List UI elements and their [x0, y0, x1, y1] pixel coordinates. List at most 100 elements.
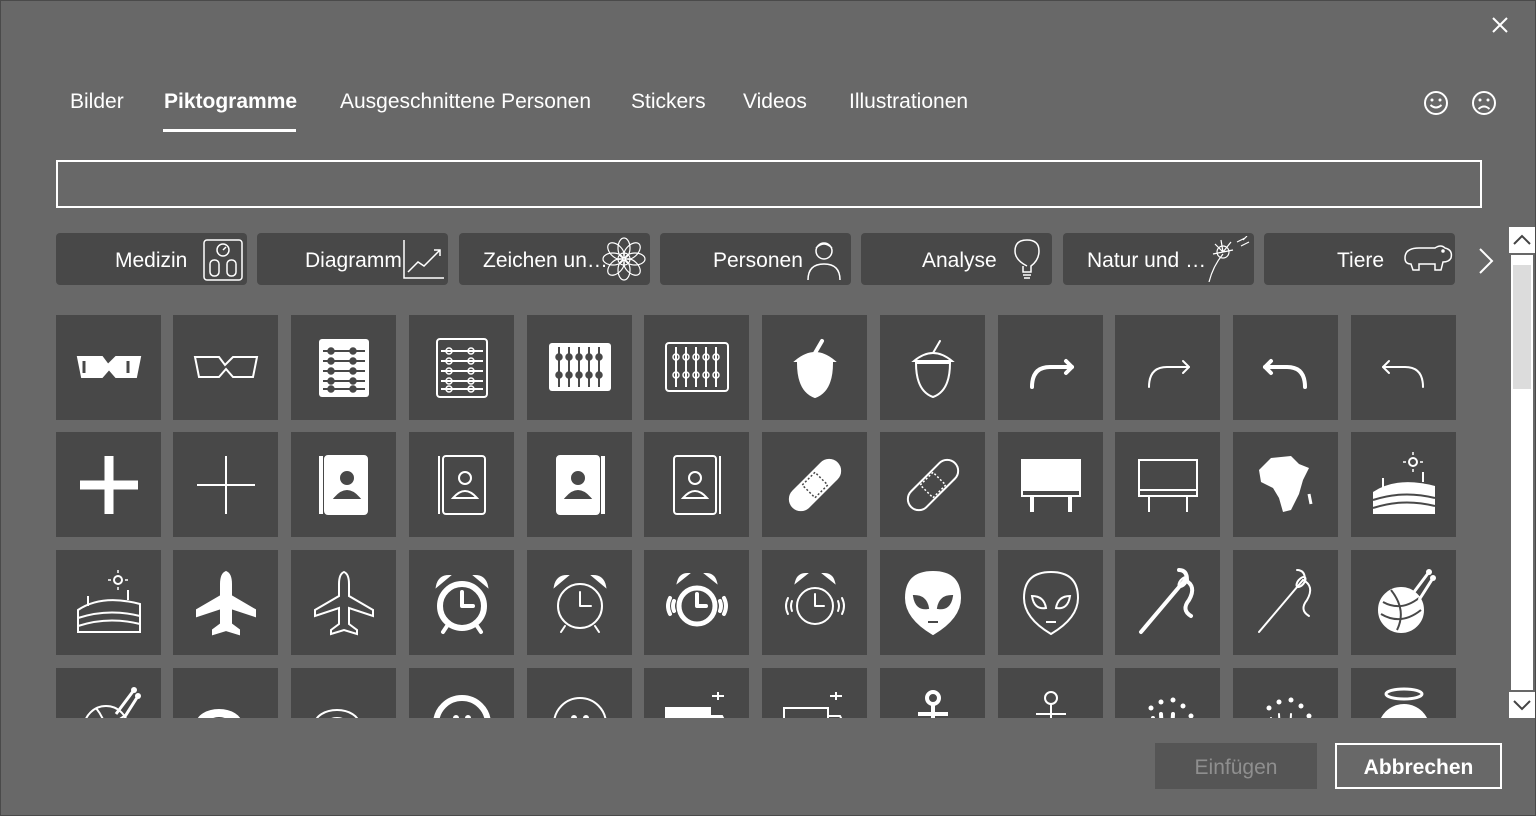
smile-feedback-button[interactable]	[1422, 89, 1450, 117]
icon-tile[interactable]	[644, 432, 749, 537]
scroll-down-button[interactable]	[1509, 692, 1535, 718]
icon-tile[interactable]	[56, 550, 161, 655]
icon-tile[interactable]	[527, 668, 632, 718]
category-analyse[interactable]: Analyse	[861, 233, 1052, 285]
icon-tile[interactable]	[762, 550, 867, 655]
frown-feedback-button[interactable]	[1470, 89, 1498, 117]
category-tiere[interactable]: Tiere	[1264, 233, 1455, 285]
address-book-icon	[437, 454, 486, 515]
mandala-icon	[602, 237, 646, 281]
icon-tile[interactable]	[291, 315, 396, 420]
cancel-button[interactable]: Abbrechen	[1335, 743, 1502, 789]
scroll-up-button[interactable]	[1509, 227, 1535, 253]
icon-tile[interactable]	[56, 315, 161, 420]
needle-thread-icon	[1138, 567, 1194, 634]
icon-tile[interactable]	[1233, 668, 1338, 718]
icon-tile[interactable]	[1233, 550, 1338, 655]
icon-tile[interactable]	[1115, 550, 1220, 655]
icon-tile[interactable]	[644, 550, 749, 655]
icon-tile[interactable]	[56, 432, 161, 537]
icon-tile[interactable]	[409, 668, 514, 718]
chevron-up-icon	[1513, 234, 1531, 245]
3d-glasses-icon	[193, 355, 258, 378]
icon-tile[interactable]	[527, 550, 632, 655]
sea-anemone-icon	[1148, 697, 1193, 718]
scale-icon	[203, 239, 243, 281]
yarn-icon	[1377, 568, 1436, 633]
icon-tile[interactable]	[173, 550, 278, 655]
active-tab-indicator	[163, 129, 296, 132]
anchor-icon	[1035, 690, 1066, 718]
icon-grid	[56, 315, 1466, 718]
icon-tile[interactable]	[880, 432, 985, 537]
category-diagramm[interactable]: Diagramm	[257, 233, 448, 285]
arrow-turn-left-icon	[1381, 359, 1424, 388]
icon-tile[interactable]	[56, 668, 161, 718]
icon-tile[interactable]	[173, 668, 278, 718]
icon-tile[interactable]	[291, 668, 396, 718]
icon-tile[interactable]	[291, 432, 396, 537]
category-natur[interactable]: Natur und Dr...	[1063, 233, 1254, 285]
alarm-ringing-icon	[784, 572, 845, 625]
ambulance-icon	[664, 691, 724, 718]
icon-tile[interactable]	[1351, 315, 1456, 420]
tab-illustrationen[interactable]: Illustrationen	[849, 79, 968, 125]
icon-tile[interactable]	[762, 432, 867, 537]
abacus-icon	[318, 338, 369, 397]
icon-tile[interactable]	[409, 432, 514, 537]
icon-tile[interactable]	[173, 432, 278, 537]
address-book-alt-icon	[672, 454, 721, 515]
icon-tile[interactable]	[409, 315, 514, 420]
add-icon	[79, 455, 138, 514]
icon-tile[interactable]	[1233, 432, 1338, 537]
billboard-icon	[1020, 458, 1081, 512]
icon-tile[interactable]	[998, 668, 1103, 718]
icon-tile[interactable]	[1233, 315, 1338, 420]
insert-button[interactable]: Einfügen	[1155, 743, 1317, 789]
category-medizin[interactable]: Medizin	[56, 233, 247, 285]
sea-anemone-icon	[1266, 697, 1311, 718]
icon-tile[interactable]	[1115, 315, 1220, 420]
3d-glasses-icon	[76, 355, 141, 378]
icon-tile[interactable]	[998, 432, 1103, 537]
tab-stickers[interactable]: Stickers	[631, 79, 706, 125]
icon-tile[interactable]	[998, 315, 1103, 420]
icon-tile[interactable]	[644, 668, 749, 718]
icon-tile[interactable]	[644, 315, 749, 420]
tab-videos[interactable]: Videos	[743, 79, 807, 125]
icon-tile[interactable]	[1351, 668, 1456, 718]
category-zeichen[interactable]: Zeichen und...	[459, 233, 650, 285]
hippo-icon	[1404, 245, 1453, 271]
icons-dialog: Bilder Piktogramme Ausgeschnittene Perso…	[0, 0, 1536, 816]
icon-tile[interactable]	[409, 550, 514, 655]
icon-tile[interactable]	[762, 668, 867, 718]
categories-next-button[interactable]	[1471, 241, 1501, 281]
grid-scrollbar[interactable]	[1509, 227, 1535, 718]
icon-tile[interactable]	[880, 668, 985, 718]
airplane-icon	[195, 570, 256, 635]
scrollbar-thumb[interactable]	[1513, 265, 1531, 389]
close-button[interactable]	[1486, 11, 1514, 39]
icon-tile[interactable]	[880, 550, 985, 655]
icon-tile[interactable]	[1115, 432, 1220, 537]
icon-tile[interactable]	[880, 315, 985, 420]
category-personen[interactable]: Personen	[660, 233, 851, 285]
icon-tile[interactable]	[527, 315, 632, 420]
icon-tile[interactable]	[1351, 432, 1456, 537]
search-input[interactable]	[58, 162, 1480, 206]
icon-tile[interactable]	[762, 315, 867, 420]
icon-tile[interactable]	[1115, 668, 1220, 718]
chevron-down-icon	[1513, 700, 1531, 711]
icon-tile[interactable]	[173, 315, 278, 420]
tab-ausgeschnittene-personen[interactable]: Ausgeschnittene Personen	[340, 79, 591, 125]
tab-bilder[interactable]: Bilder	[70, 79, 124, 125]
tab-piktogramme[interactable]: Piktogramme	[164, 79, 297, 125]
acorn-icon	[910, 339, 955, 398]
icon-tile[interactable]	[998, 550, 1103, 655]
search-box	[56, 160, 1482, 208]
icon-tile[interactable]	[291, 550, 396, 655]
category-label: Medizin	[115, 249, 188, 272]
person-icon	[807, 242, 841, 281]
icon-tile[interactable]	[527, 432, 632, 537]
icon-tile[interactable]	[1351, 550, 1456, 655]
